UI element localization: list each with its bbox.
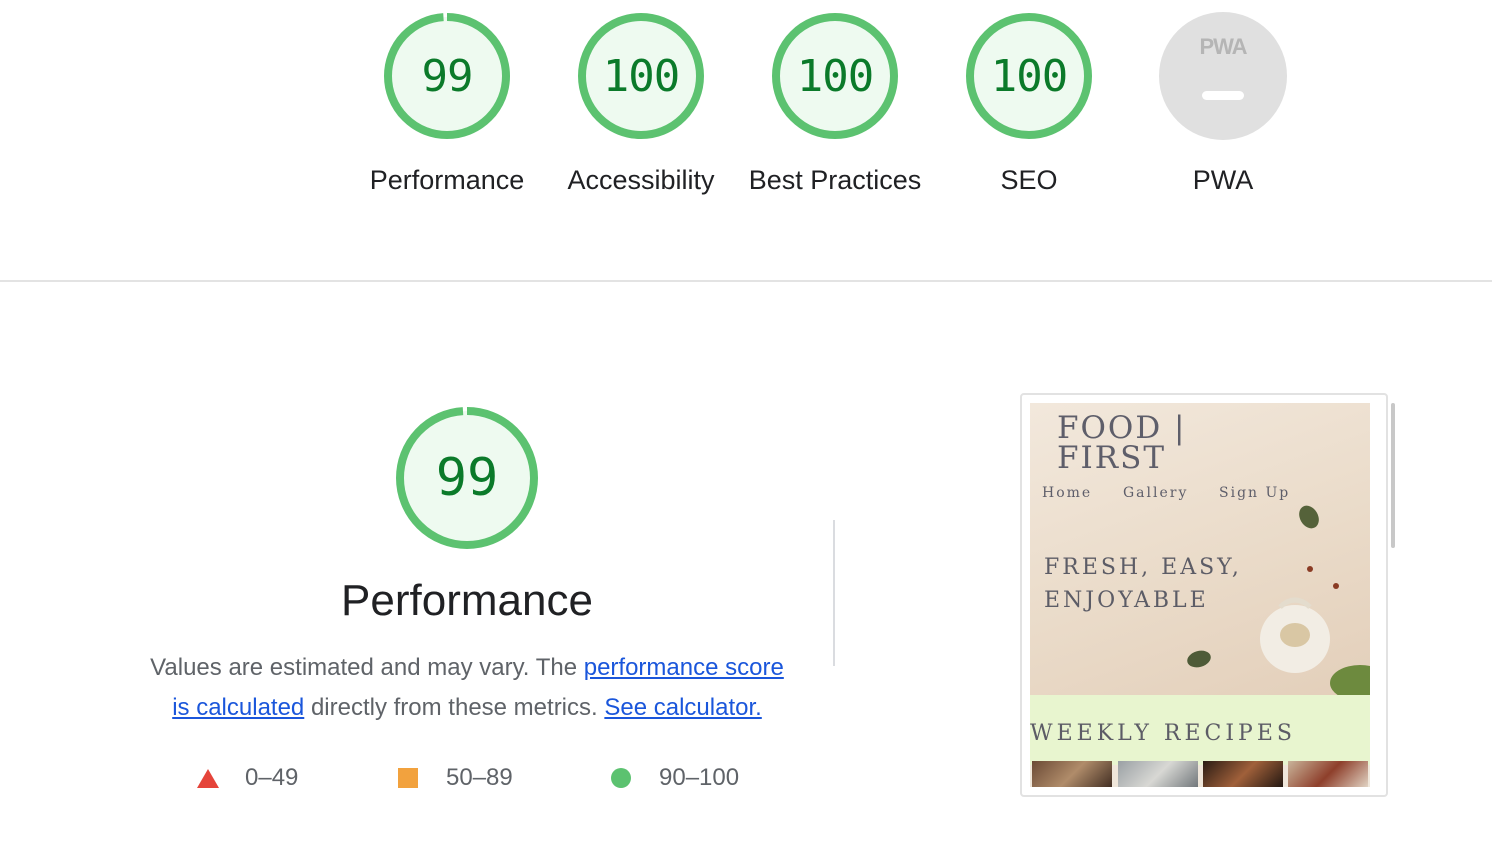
- nav-item-home: Home: [1042, 485, 1093, 501]
- nav-item-sign-up: Sign Up: [1219, 485, 1291, 501]
- section-title: Performance: [341, 576, 593, 625]
- screenshot-scrollbar[interactable]: [1391, 403, 1395, 548]
- score-value: 99: [435, 448, 499, 508]
- legend-fail: 0–49: [197, 760, 298, 796]
- site-logo: FOOD | FIRST: [1057, 410, 1187, 476]
- recipe-thumbnail: [1203, 761, 1283, 787]
- tagline-line: ENJOYABLE: [1044, 588, 1209, 613]
- pwa-badge[interactable]: PWA: [1159, 12, 1287, 140]
- recipe-thumbnail: [1032, 761, 1112, 787]
- legend-range: 90–100: [659, 764, 740, 791]
- square-icon: [398, 768, 418, 788]
- see-calculator-link[interactable]: See calculator.: [604, 694, 761, 721]
- recipes-title: WEEKLY RECIPES: [1030, 721, 1296, 746]
- gauge-seo[interactable]: 100: [965, 12, 1093, 140]
- triangle-icon: [197, 768, 219, 788]
- recipe-thumbnail: [1118, 761, 1198, 787]
- legend-range: 50–89: [446, 764, 513, 791]
- circle-icon: [611, 768, 631, 788]
- logo-line: FIRST: [1057, 440, 1167, 476]
- category-label[interactable]: Accessibility: [546, 160, 736, 200]
- hero-tagline: FRESH, EASY, ENJOYABLE: [1044, 551, 1242, 617]
- category-label[interactable]: PWA: [1128, 160, 1318, 200]
- score-value: 100: [602, 50, 680, 102]
- legend-pass: 90–100: [611, 760, 739, 796]
- dash-icon: [1202, 91, 1244, 100]
- score-value: 100: [796, 50, 874, 102]
- score-value: 99: [421, 50, 474, 102]
- category-label[interactable]: Performance: [352, 160, 542, 200]
- description-text: Values are estimated and may vary. The: [150, 654, 584, 681]
- nav-item-gallery: Gallery: [1123, 485, 1189, 501]
- performance-gauge: 99: [395, 406, 539, 550]
- gauge-performance[interactable]: 99: [383, 12, 511, 140]
- score-value: 100: [990, 50, 1068, 102]
- vertical-divider: [833, 520, 835, 666]
- legend-average: 50–89: [398, 760, 513, 796]
- final-screenshot[interactable]: FOOD | FIRST Home Gallery Sign Up FRESH,…: [1020, 393, 1388, 797]
- category-label[interactable]: SEO: [934, 160, 1124, 200]
- description-text: directly from these metrics.: [304, 694, 605, 721]
- recipe-thumbnail: [1288, 761, 1368, 787]
- gauge-best-practices[interactable]: 100: [771, 12, 899, 140]
- pwa-badge-icon: PWA: [1199, 34, 1247, 59]
- gauge-accessibility[interactable]: 100: [577, 12, 705, 140]
- legend-range: 0–49: [245, 764, 299, 791]
- category-label[interactable]: Best Practices: [740, 160, 930, 200]
- screenshot-image: FOOD | FIRST Home Gallery Sign Up FRESH,…: [1030, 403, 1370, 787]
- logo-line: FOOD |: [1057, 410, 1187, 446]
- performance-description: Values are estimated and may vary. The p…: [140, 648, 794, 728]
- hero-image: FOOD | FIRST Home Gallery Sign Up FRESH,…: [1030, 403, 1370, 695]
- tagline-line: FRESH, EASY,: [1044, 555, 1242, 580]
- section-divider: [0, 280, 1492, 282]
